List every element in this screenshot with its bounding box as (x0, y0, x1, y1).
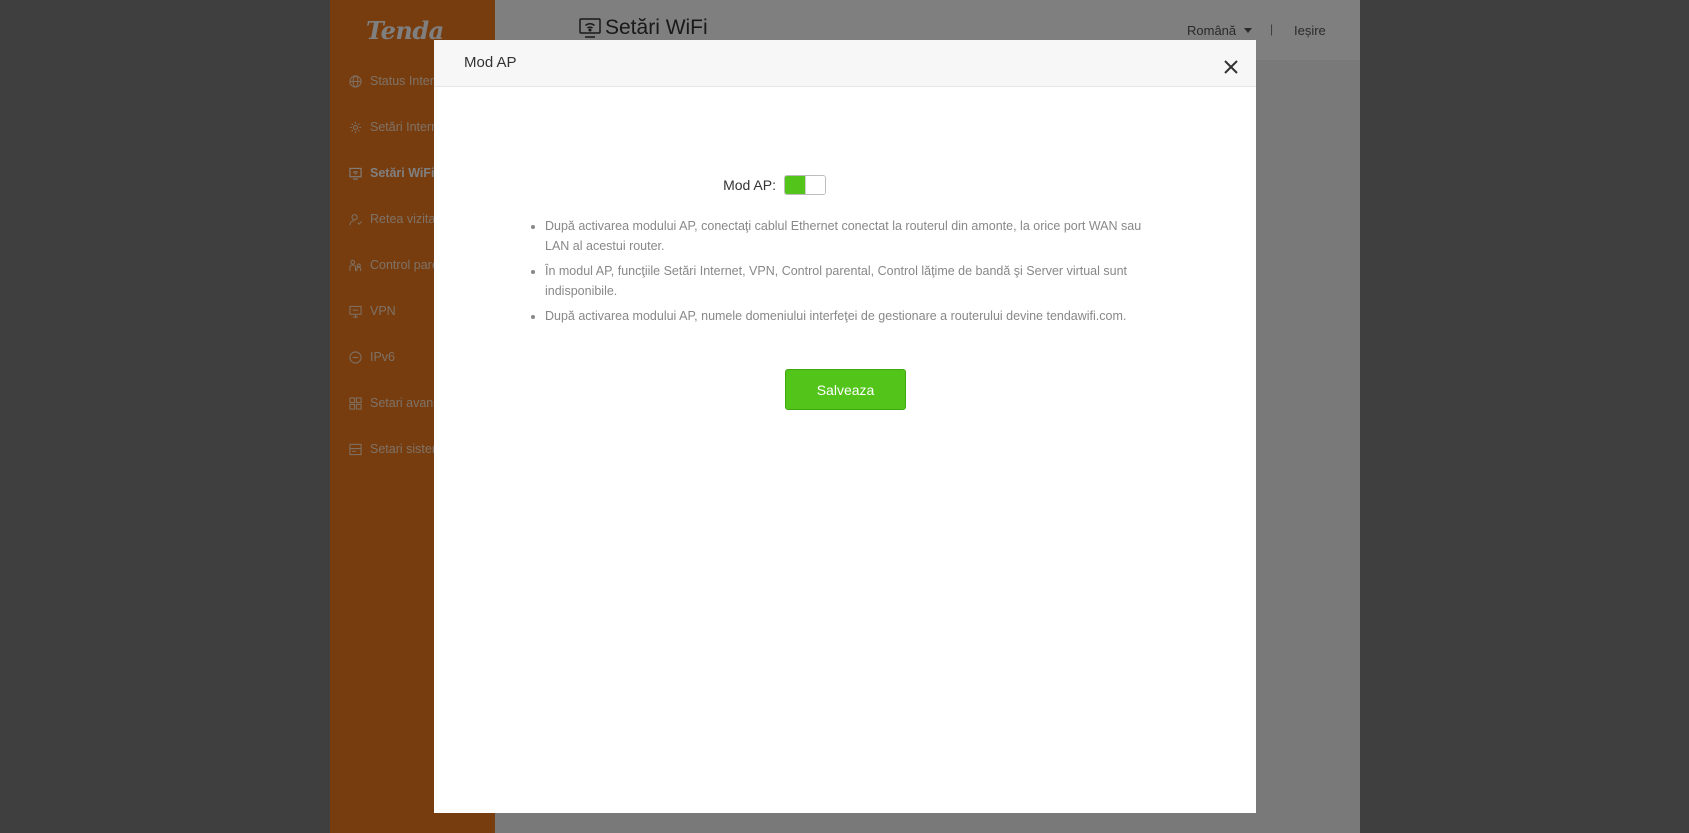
toggle-track (785, 176, 805, 194)
toggle-knob (805, 176, 825, 194)
close-icon[interactable] (1223, 59, 1239, 75)
ap-mode-row: Mod AP: (434, 175, 1256, 197)
note-item: După activarea modului AP, conectaţi cab… (545, 216, 1165, 256)
note-item: În modul AP, funcţiile Setări Internet, … (545, 261, 1165, 301)
save-button[interactable]: Salveaza (785, 369, 906, 410)
ap-mode-label: Mod AP: (723, 177, 776, 193)
ap-mode-notes: După activarea modului AP, conectaţi cab… (527, 216, 1165, 331)
ap-mode-dialog: Mod AP Mod AP: După activarea modului AP… (434, 40, 1256, 813)
dialog-title: Mod AP (464, 54, 517, 71)
dialog-header: Mod AP (434, 40, 1256, 87)
note-item: După activarea modului AP, numele domeni… (545, 306, 1165, 326)
ap-mode-toggle[interactable] (784, 175, 826, 195)
